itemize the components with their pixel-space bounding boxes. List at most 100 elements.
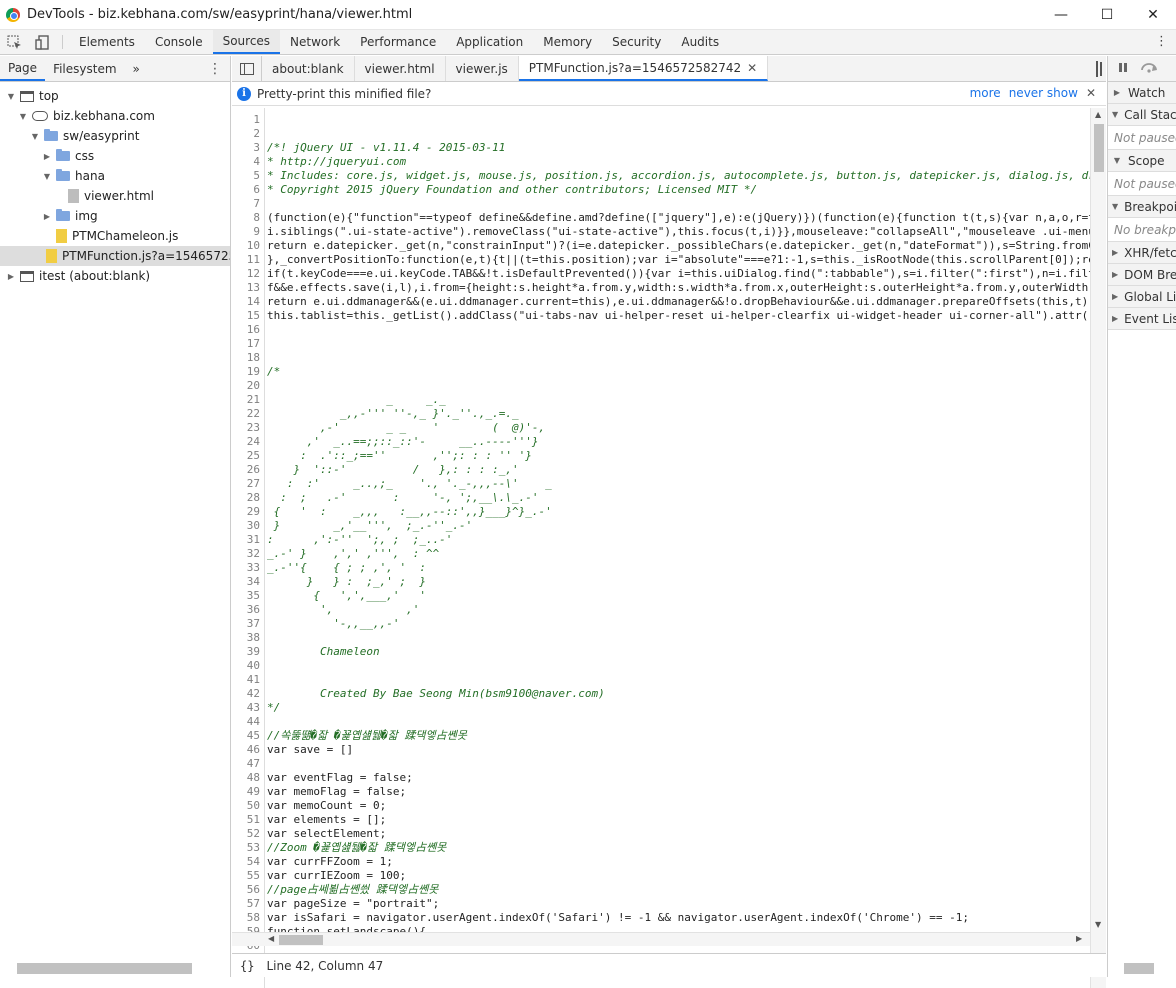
collapsed-arrow-icon[interactable]: ▶ — [1112, 314, 1118, 323]
editor-tab-ptmfunction-js[interactable]: PTMFunction.js?a=1546572582742 ✕ — [518, 56, 769, 81]
more-link[interactable]: more — [970, 86, 1001, 100]
line-number[interactable]: 33 — [232, 561, 260, 575]
tab-performance[interactable]: Performance — [350, 30, 446, 54]
collapsed-arrow-icon[interactable]: ▶ — [1112, 248, 1118, 257]
line-number[interactable]: 54 — [232, 855, 260, 869]
scroll-left-icon[interactable]: ◀ — [268, 934, 274, 943]
expanded-arrow-icon[interactable]: ▼ — [18, 112, 28, 121]
line-number[interactable]: 11 — [232, 253, 260, 267]
line-number[interactable]: 30 — [232, 519, 260, 533]
line-number[interactable]: 28 — [232, 491, 260, 505]
tree-item[interactable]: viewer.html — [0, 186, 230, 206]
customize-menu-icon[interactable]: ⋮ — [1155, 34, 1168, 49]
step-over-icon[interactable] — [1140, 61, 1158, 76]
inspect-element-icon[interactable] — [0, 30, 28, 54]
tree-item[interactable]: ▼ sw/easyprint — [0, 126, 230, 146]
line-number[interactable]: 5 — [232, 169, 260, 183]
debugger-section-header[interactable]: ▼ Call Stack — [1108, 104, 1176, 126]
collapsed-arrow-icon[interactable]: ▶ — [42, 212, 52, 221]
scrollbar-thumb[interactable] — [279, 935, 323, 945]
pause-icon[interactable] — [1118, 62, 1128, 76]
scroll-right-icon[interactable]: ▶ — [1076, 934, 1082, 943]
line-number[interactable]: 34 — [232, 575, 260, 589]
line-number[interactable]: 52 — [232, 827, 260, 841]
line-number[interactable]: 50 — [232, 799, 260, 813]
line-number[interactable]: 55 — [232, 869, 260, 883]
minimize-button[interactable]: — — [1038, 0, 1084, 30]
expanded-arrow-icon[interactable]: ▼ — [1112, 202, 1118, 211]
line-number[interactable]: 51 — [232, 813, 260, 827]
maximize-button[interactable]: ☐ — [1084, 0, 1130, 30]
line-number[interactable]: 4 — [232, 155, 260, 169]
line-number[interactable]: 57 — [232, 897, 260, 911]
line-number[interactable]: 47 — [232, 757, 260, 771]
line-number[interactable]: 25 — [232, 449, 260, 463]
collapsed-arrow-icon[interactable]: ▶ — [1112, 270, 1118, 279]
line-number[interactable]: 24 — [232, 435, 260, 449]
line-number[interactable]: 15 — [232, 309, 260, 323]
editor-horizontal-scrollbar[interactable]: ◀ ▶ — [232, 932, 1090, 946]
editor-vertical-scrollbar[interactable]: ▲ ▼ — [1090, 108, 1106, 988]
debugger-section-header[interactable]: ▶ DOM Breakpoints — [1108, 264, 1176, 286]
line-number[interactable]: 20 — [232, 379, 260, 393]
line-number[interactable]: 38 — [232, 631, 260, 645]
tab-network[interactable]: Network — [280, 30, 350, 54]
close-infobar-icon[interactable]: ✕ — [1086, 86, 1096, 100]
line-number[interactable]: 6 — [232, 183, 260, 197]
line-number[interactable]: 2 — [232, 127, 260, 141]
editor-tab-about-blank[interactable]: about:blank — [262, 56, 355, 81]
tree-item[interactable]: PTMFunction.js?a=154657258 — [0, 246, 230, 266]
line-number[interactable]: 23 — [232, 421, 260, 435]
tab-filesystem[interactable]: Filesystem — [45, 56, 124, 81]
line-number[interactable]: 9 — [232, 225, 260, 239]
tree-item[interactable]: PTMChameleon.js — [0, 226, 230, 246]
scrollbar-thumb[interactable] — [1094, 124, 1104, 172]
line-number[interactable]: 10 — [232, 239, 260, 253]
expanded-arrow-icon[interactable]: ▼ — [42, 172, 52, 181]
line-number[interactable]: 53 — [232, 841, 260, 855]
toggle-debugger-button[interactable] — [1096, 61, 1098, 77]
tab-application[interactable]: Application — [446, 30, 533, 54]
toggle-navigator-button[interactable] — [232, 56, 262, 81]
tree-item[interactable]: ▼ biz.kebhana.com — [0, 106, 230, 126]
line-number[interactable]: 42 — [232, 687, 260, 701]
expanded-arrow-icon[interactable]: ▼ — [1112, 110, 1118, 119]
line-number[interactable]: 7 — [232, 197, 260, 211]
line-number[interactable]: 35 — [232, 589, 260, 603]
line-number[interactable]: 27 — [232, 477, 260, 491]
line-number[interactable]: 36 — [232, 603, 260, 617]
code-view[interactable]: 1 2 3/*! jQuery UI - v1.11.4 - 2015-03-11 4… — [232, 108, 1090, 988]
debugger-section-header[interactable]: ▼ Breakpoints — [1108, 196, 1176, 218]
line-number[interactable]: 29 — [232, 505, 260, 519]
tab-audits[interactable]: Audits — [671, 30, 729, 54]
debugger-section-header[interactable]: ▶ Event Listeners — [1108, 308, 1176, 330]
expanded-arrow-icon[interactable]: ▼ — [1112, 156, 1122, 165]
tree-item[interactable]: ▶ img — [0, 206, 230, 226]
tab-security[interactable]: Security — [602, 30, 671, 54]
tree-item[interactable]: ▼ hana — [0, 166, 230, 186]
line-number[interactable]: 26 — [232, 463, 260, 477]
tab-sources[interactable]: Sources — [212, 30, 281, 54]
line-number[interactable]: 58 — [232, 911, 260, 925]
navigator-menu-icon[interactable]: ⋮ — [200, 56, 230, 81]
line-number[interactable]: 46 — [232, 743, 260, 757]
debugger-section-header[interactable]: ▶ Global Listeners — [1108, 286, 1176, 308]
expanded-arrow-icon[interactable]: ▼ — [30, 132, 40, 141]
line-number[interactable]: 22 — [232, 407, 260, 421]
line-number[interactable]: 13 — [232, 281, 260, 295]
more-tabs-button[interactable]: » — [125, 56, 148, 81]
line-number[interactable]: 16 — [232, 323, 260, 337]
collapsed-arrow-icon[interactable]: ▶ — [42, 152, 52, 161]
line-number[interactable]: 8 — [232, 211, 260, 225]
never-show-link[interactable]: never show — [1009, 86, 1078, 100]
line-number[interactable]: 43 — [232, 701, 260, 715]
tree-item[interactable]: ▶ itest (about:blank) — [0, 266, 230, 286]
tab-elements[interactable]: Elements — [69, 30, 145, 54]
line-number[interactable]: 56 — [232, 883, 260, 897]
line-number[interactable]: 37 — [232, 617, 260, 631]
line-number[interactable]: 12 — [232, 267, 260, 281]
collapsed-arrow-icon[interactable]: ▶ — [6, 272, 16, 281]
scroll-down-icon[interactable]: ▼ — [1095, 920, 1101, 929]
line-number[interactable]: 19 — [232, 365, 260, 379]
line-number[interactable]: 31 — [232, 533, 260, 547]
